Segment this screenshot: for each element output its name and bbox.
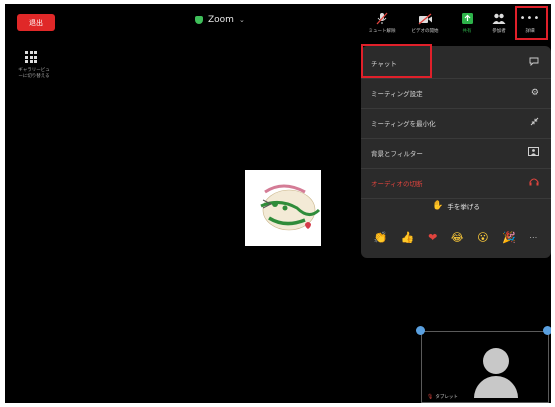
gallery-view-label: ギャラリービューに切り替える [18, 68, 50, 79]
reaction-clap[interactable]: 👏 [374, 231, 388, 244]
grid-icon [25, 51, 37, 63]
background-icon [528, 147, 539, 159]
self-name: タブレット [435, 395, 458, 400]
minimize-icon [530, 117, 539, 129]
menu-item-minimize-meeting[interactable]: ミーティングを最小化 [361, 109, 551, 137]
menu-item-label: ミーティング設定 [371, 90, 423, 98]
gallery-view-button[interactable]: ギャラリービューに切り替える [17, 51, 57, 80]
hand-icon: ✋ [432, 201, 444, 211]
participant-avatar [245, 170, 321, 246]
raise-hand-label: 手を挙げる [447, 203, 480, 211]
zoom-meeting-screen: 退出 Zoom ⌄ ミュート解除 ビデオの開始 共有 参加者 ••• 詳細 ギャ… [5, 4, 551, 403]
chevron-down-icon: ⌄ [238, 16, 245, 24]
resize-handle-top-right[interactable] [543, 326, 551, 335]
share-screen-icon [461, 12, 473, 25]
self-video-tile[interactable]: 🎙 タブレット [421, 331, 549, 403]
mic-muted-icon: 🎙 [427, 394, 434, 400]
highlight-chat-item [361, 44, 432, 78]
gear-icon: ⚙ [530, 88, 539, 98]
reaction-heart[interactable]: ❤ [428, 231, 437, 244]
mic-muted-icon [376, 12, 388, 25]
start-video-label: ビデオの開始 [411, 29, 439, 34]
person-placeholder-icon [483, 348, 509, 374]
leave-button[interactable]: 退出 [17, 14, 55, 31]
avatar-illustration [260, 184, 321, 231]
participants-icon [492, 12, 506, 25]
meeting-title[interactable]: Zoom ⌄ [195, 15, 245, 25]
unmute-label: ミュート解除 [368, 29, 396, 34]
menu-item-label: オーディオの切断 [371, 180, 423, 188]
resize-handle-top-left[interactable] [416, 326, 425, 335]
reactions-bar: 👏 👍 ❤ 😂 😮 🎉 ⋯ [361, 226, 551, 248]
menu-item-background-filters[interactable]: 背景とフィルター [361, 139, 551, 167]
more-reactions-button[interactable]: ⋯ [529, 233, 538, 242]
participants-button[interactable]: 参加者 [481, 12, 517, 34]
start-video-button[interactable]: ビデオの開始 [407, 12, 443, 34]
share-button[interactable]: 共有 [449, 12, 485, 34]
highlight-more-button [515, 6, 548, 40]
reaction-thumbs-up[interactable]: 👍 [401, 231, 415, 244]
menu-item-label: 背景とフィルター [371, 150, 423, 158]
participants-label: 参加者 [492, 29, 506, 34]
reaction-tada[interactable]: 🎉 [502, 231, 516, 244]
video-off-icon [418, 12, 433, 25]
menu-item-disconnect-audio[interactable]: オーディオの切断 [361, 169, 551, 197]
unmute-button[interactable]: ミュート解除 [364, 12, 400, 34]
meeting-title-text: Zoom [208, 15, 234, 25]
headphones-icon [529, 177, 539, 189]
reaction-joy[interactable]: 😂 [451, 231, 464, 244]
shield-icon [195, 16, 203, 24]
share-label: 共有 [462, 29, 472, 34]
chat-icon [529, 57, 539, 69]
menu-item-meeting-settings[interactable]: ミーティング設定 ⚙ [361, 79, 551, 107]
reaction-surprised[interactable]: 😮 [477, 231, 488, 244]
menu-item-label: ミーティングを最小化 [371, 120, 436, 128]
raise-hand-button[interactable]: ✋ 手を挙げる [361, 201, 551, 211]
